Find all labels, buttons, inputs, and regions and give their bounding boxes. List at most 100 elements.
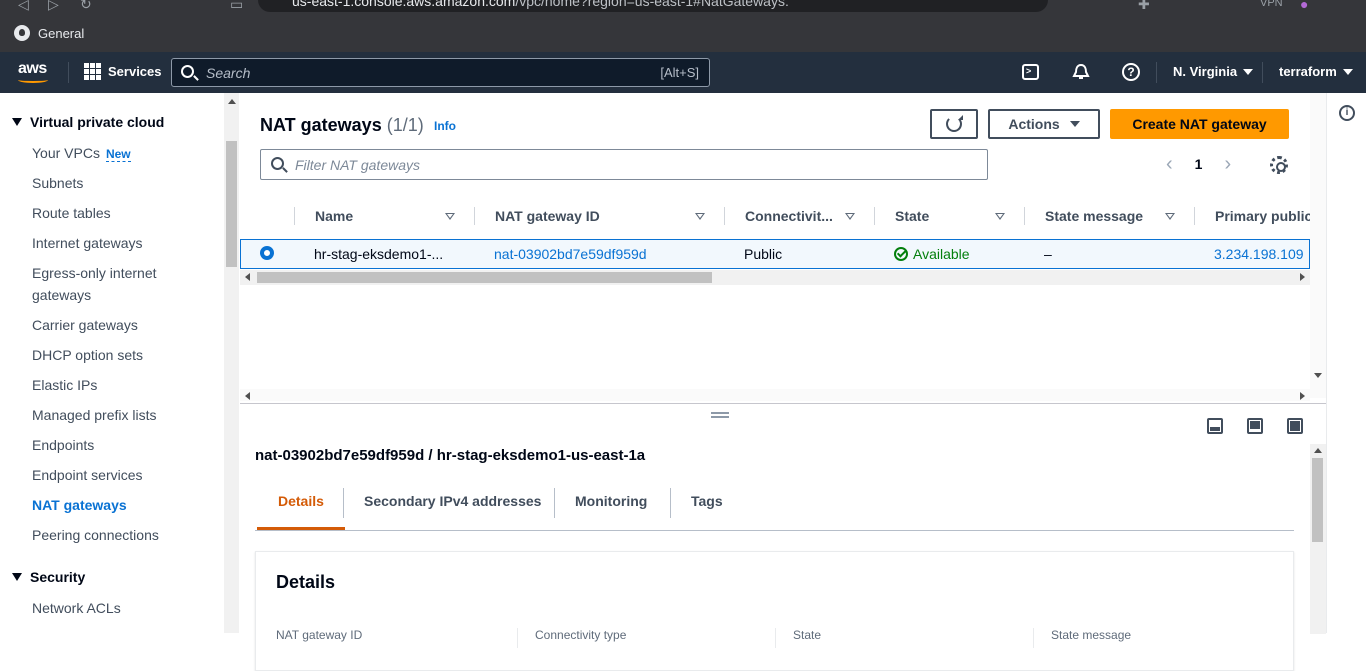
table-horizontal-scrollbar[interactable] bbox=[240, 270, 1310, 285]
scroll-up-icon[interactable] bbox=[228, 99, 236, 104]
scroll-thumb[interactable] bbox=[257, 272, 712, 283]
tab-tags[interactable]: Tags bbox=[670, 478, 744, 530]
scroll-down-icon[interactable] bbox=[1314, 373, 1322, 378]
split-full-icon[interactable] bbox=[1287, 418, 1303, 434]
chevron-right-icon[interactable]: › bbox=[1224, 154, 1231, 174]
split-side-icon[interactable] bbox=[1247, 418, 1263, 434]
scroll-left-icon[interactable] bbox=[245, 392, 250, 400]
sidebar-item-endpoints[interactable]: Endpoints bbox=[32, 434, 212, 456]
gear-icon[interactable] bbox=[1270, 156, 1288, 174]
chevron-left-icon[interactable]: ‹ bbox=[1166, 154, 1173, 174]
sort-icon[interactable] bbox=[445, 213, 455, 220]
split-panel-scrollbar[interactable] bbox=[1310, 444, 1326, 634]
refresh-button[interactable] bbox=[930, 109, 978, 139]
sidebar-item-peering-connections[interactable]: Peering connections bbox=[32, 524, 212, 546]
sidebar-item-your-vpcs[interactable]: Your VPCs New bbox=[32, 142, 212, 165]
forward-icon[interactable]: ▷ bbox=[48, 0, 59, 13]
split-panel-title: nat-03902bd7e59df959d / hr-stag-eksdemo1… bbox=[255, 447, 646, 464]
bookmark-general[interactable]: General bbox=[14, 25, 84, 41]
create-nat-gateway-button[interactable]: Create NAT gateway bbox=[1110, 109, 1289, 139]
actions-label: Actions bbox=[1008, 116, 1060, 132]
table-row[interactable]: hr-stag-eksdemo1-... nat-03902bd7e59df95… bbox=[240, 239, 1310, 269]
info-panel-icon[interactable]: i bbox=[1339, 105, 1355, 121]
filter-bar[interactable] bbox=[260, 149, 988, 180]
tab-secondary-ipv4-addresses[interactable]: Secondary IPv4 addresses bbox=[343, 478, 562, 530]
cell-state: Available bbox=[894, 246, 970, 262]
sidebar-item-internet-gateways[interactable]: Internet gateways bbox=[32, 232, 212, 254]
sidebar-item-egress-only-internet-gateways[interactable]: Egress-only internet gateways bbox=[32, 262, 172, 306]
section-security[interactable]: Security bbox=[12, 569, 85, 585]
row-select-radio[interactable] bbox=[260, 246, 274, 260]
sort-icon[interactable] bbox=[695, 213, 705, 220]
sidebar-item-elastic-ips[interactable]: Elastic IPs bbox=[32, 374, 212, 396]
help-icon[interactable]: ? bbox=[1122, 63, 1140, 81]
sidebar-item-endpoint-services[interactable]: Endpoint services bbox=[32, 464, 212, 486]
cell-primary-public-ip-link[interactable]: 3.234.198.109 bbox=[1214, 246, 1304, 262]
column-header-connectivity[interactable]: Connectivit... bbox=[745, 199, 833, 233]
caret-down-icon bbox=[12, 118, 22, 126]
search-input[interactable] bbox=[206, 63, 606, 83]
extensions-icon[interactable]: ✚ bbox=[1138, 0, 1150, 13]
resize-handle[interactable] bbox=[711, 412, 729, 418]
cloudshell-icon[interactable]: > bbox=[1022, 64, 1039, 80]
column-header-primary-public-ip[interactable]: Primary public bbox=[1215, 199, 1310, 233]
account-label: terraform bbox=[1279, 64, 1337, 79]
split-panel: nat-03902bd7e59df959d / hr-stag-eksdemo1… bbox=[240, 403, 1326, 671]
scroll-up-icon[interactable] bbox=[1314, 448, 1322, 453]
sidebar-item-network-acls[interactable]: Network ACLs bbox=[32, 597, 212, 619]
field-label: State bbox=[793, 628, 822, 642]
column-header-state-message[interactable]: State message bbox=[1045, 199, 1143, 233]
sort-icon[interactable] bbox=[845, 213, 855, 220]
scroll-thumb[interactable] bbox=[226, 141, 237, 267]
sidebar-item-managed-prefix-lists[interactable]: Managed prefix lists bbox=[32, 404, 212, 426]
notifications-bell-icon[interactable] bbox=[1072, 63, 1090, 81]
column-header-nat-gateway-id[interactable]: NAT gateway ID bbox=[495, 199, 600, 233]
scroll-left-icon[interactable] bbox=[245, 273, 250, 281]
bookmark-icon[interactable]: ▭ bbox=[230, 0, 243, 13]
state-label: Available bbox=[913, 246, 970, 262]
column-header-name[interactable]: Name bbox=[315, 199, 353, 233]
info-link[interactable]: Info bbox=[434, 119, 456, 133]
address-bar[interactable]: us-east-1.console.aws.amazon.com/vpc/hom… bbox=[258, 0, 1048, 12]
aws-logo[interactable]: aws bbox=[18, 60, 48, 83]
actions-dropdown-button[interactable]: Actions bbox=[988, 109, 1100, 139]
section-virtual-private-cloud[interactable]: Virtual private cloud bbox=[12, 114, 164, 130]
cell-state-message: – bbox=[1044, 246, 1052, 262]
page-number[interactable]: 1 bbox=[1195, 156, 1203, 172]
sidebar-item-subnets[interactable]: Subnets bbox=[32, 172, 212, 194]
sidebar-item-route-tables[interactable]: Route tables bbox=[32, 202, 212, 224]
divider bbox=[68, 62, 69, 83]
column-header-state[interactable]: State bbox=[895, 199, 929, 233]
sidebar-item-dhcp-option-sets[interactable]: DHCP option sets bbox=[32, 344, 212, 366]
services-menu-button[interactable]: Services bbox=[84, 63, 162, 80]
tab-details[interactable]: Details bbox=[257, 478, 345, 530]
scroll-thumb[interactable] bbox=[1312, 458, 1323, 542]
sidebar-item-nat-gateways[interactable]: NAT gateways bbox=[32, 494, 212, 516]
sort-icon[interactable] bbox=[1165, 213, 1175, 220]
nat-gateways-table: Name NAT gateway ID Connectivit... State… bbox=[240, 199, 1310, 399]
scroll-right-icon[interactable] bbox=[1300, 392, 1305, 400]
page-horizontal-scrollbar[interactable] bbox=[240, 389, 1310, 401]
field-divider bbox=[775, 628, 776, 648]
scroll-right-icon[interactable] bbox=[1300, 273, 1305, 281]
filter-input[interactable] bbox=[295, 155, 895, 175]
field-divider bbox=[1033, 628, 1034, 648]
main-vertical-scrollbar[interactable] bbox=[1310, 93, 1326, 398]
split-bottom-icon[interactable] bbox=[1207, 418, 1223, 434]
divider bbox=[1262, 62, 1263, 83]
profile-avatar[interactable]: ● bbox=[1300, 0, 1308, 12]
details-card-title: Details bbox=[276, 572, 336, 592]
tab-monitoring[interactable]: Monitoring bbox=[554, 478, 668, 530]
reload-icon[interactable]: ↻ bbox=[80, 0, 92, 13]
cell-nat-gateway-id-link[interactable]: nat-03902bd7e59df959d bbox=[494, 246, 647, 262]
sidebar-scrollbar[interactable] bbox=[224, 93, 239, 633]
sidebar-item-carrier-gateways[interactable]: Carrier gateways bbox=[32, 314, 212, 336]
aws-top-nav: aws Services [Alt+S] > ? N. Virginia ter… bbox=[0, 52, 1366, 93]
region-selector[interactable]: N. Virginia bbox=[1173, 64, 1254, 79]
account-menu[interactable]: terraform bbox=[1279, 64, 1353, 79]
vpn-badge[interactable]: VPN bbox=[1260, 0, 1283, 9]
back-icon[interactable]: ◁ bbox=[18, 0, 29, 13]
sort-icon[interactable] bbox=[995, 213, 1005, 220]
refresh-icon bbox=[946, 115, 963, 132]
search-bar[interactable]: [Alt+S] bbox=[171, 58, 710, 87]
